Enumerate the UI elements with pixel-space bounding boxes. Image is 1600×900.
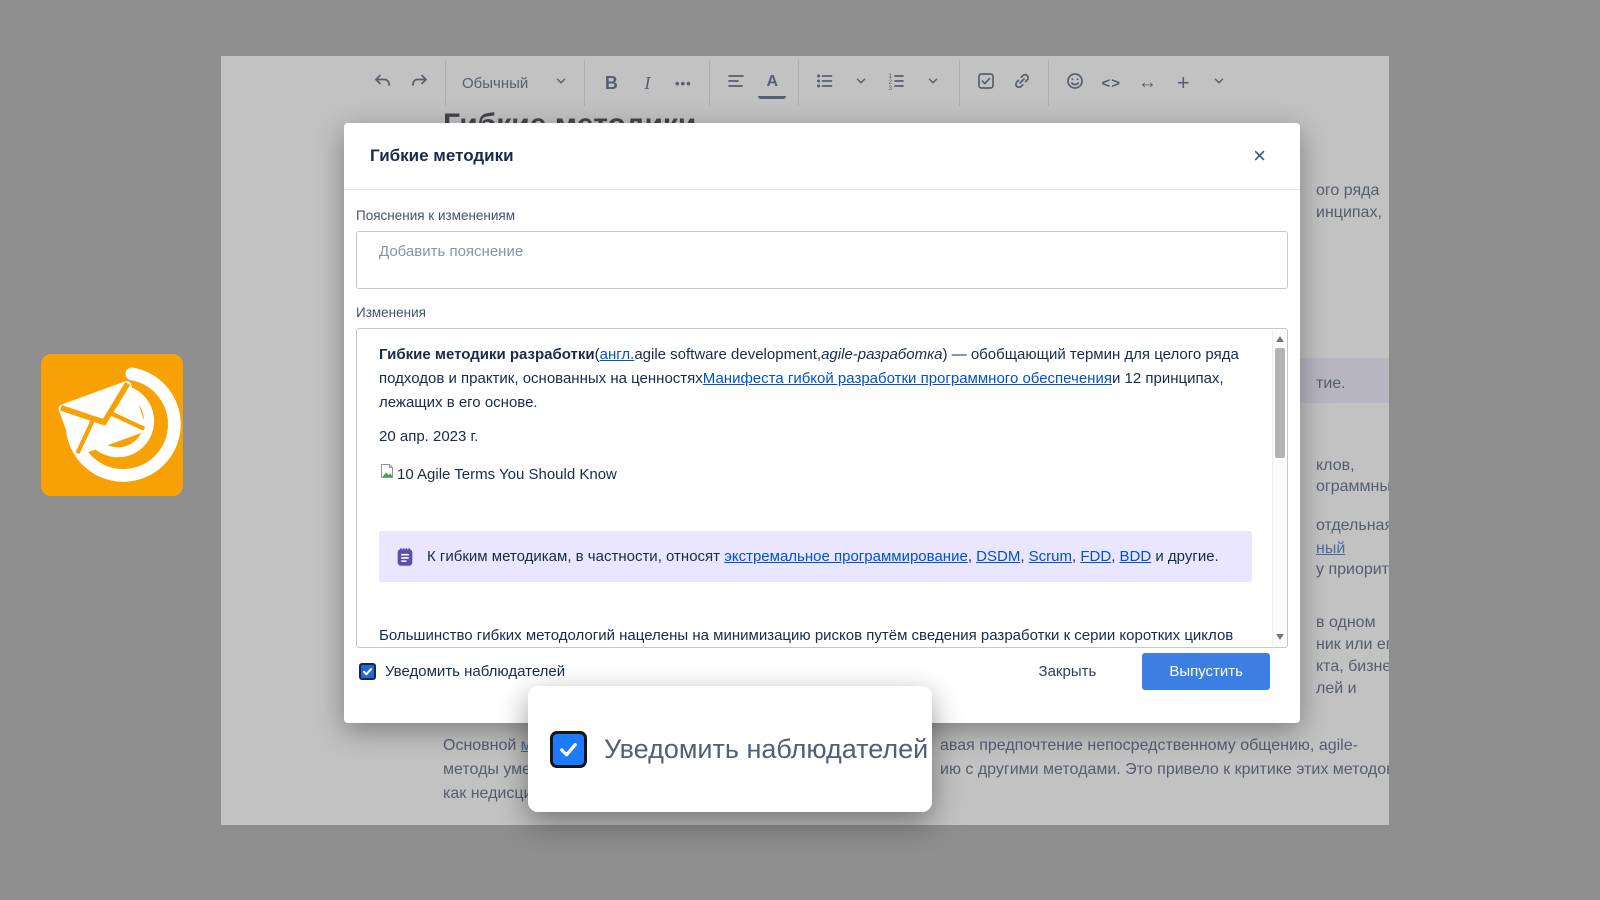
note-icon (394, 546, 416, 568)
bullet-list-button[interactable] (811, 67, 839, 99)
broken-image-alt-text: 10 Agile Terms You Should Know (397, 463, 617, 487)
scrollbar[interactable] (1272, 330, 1286, 646)
emoji-button[interactable] (1061, 67, 1089, 99)
dialog-body: Пояснения к изменениям Изменения Гибкие … (344, 190, 1300, 648)
background-link-fragment[interactable]: ный (1316, 540, 1345, 558)
broken-image-icon (379, 463, 395, 487)
undo-button[interactable] (369, 67, 397, 99)
mail-swirl-icon (41, 483, 183, 500)
publish-button[interactable]: Выпустить (1142, 653, 1270, 690)
chevron-down-icon (554, 74, 568, 92)
background-text-fragment: авая предпочтение непосредственному обще… (940, 737, 1358, 755)
background-text-fragment: Основной м (443, 737, 532, 755)
background-text-fragment: клов, (1316, 457, 1355, 475)
info-panel-text: К гибким методикам, в частности, относят… (427, 548, 1219, 565)
numbered-list-icon: 123 (887, 71, 907, 96)
bold-button[interactable]: B (597, 67, 625, 99)
emoji-icon (1065, 71, 1085, 96)
background-text-fragment: ник или его (1316, 636, 1389, 654)
chevron-down-icon (1212, 73, 1226, 93)
align-icon (726, 71, 746, 96)
notify-label: Уведомить наблюдателей (385, 663, 565, 680)
numbered-list-button[interactable]: 123 (883, 67, 911, 99)
clipped-paragraph: Большинство гибких методологий нацелены … (379, 624, 1252, 646)
insert-chevron[interactable] (1205, 67, 1233, 99)
chevron-down-icon (926, 73, 940, 93)
bullet-list-icon (815, 71, 835, 96)
magnifier-label: Уведомить наблюдателей (604, 734, 928, 765)
background-text-fragment: в одном (1316, 614, 1376, 632)
expand-button[interactable]: ↔ (1133, 67, 1161, 99)
background-text-fragment: лей и (1316, 680, 1357, 698)
scrollbar-thumb[interactable] (1275, 348, 1285, 458)
chevron-down-icon (854, 73, 868, 93)
notify-watchers-option[interactable]: Уведомить наблюдателей (359, 663, 565, 680)
broken-image-placeholder: 10 Agile Terms You Should Know (379, 463, 1252, 487)
background-text-fragment: ого ряда (1316, 182, 1379, 200)
close-button[interactable]: × (1245, 141, 1274, 171)
mail-app-logo[interactable] (41, 354, 183, 496)
background-text-fragment: ию с другими методами. Это привело к кри… (940, 761, 1389, 779)
scroll-up-icon[interactable] (1276, 336, 1284, 342)
notify-checkbox-magnified[interactable] (550, 731, 587, 768)
text-color-button[interactable]: A (758, 67, 786, 99)
diff-paragraph: Гибкие методики разработки(англ.agile so… (379, 343, 1252, 415)
editor-toolbar: Обычный B I ••• A 123 <> (221, 56, 1389, 110)
background-text-fragment: тие. (1316, 375, 1346, 393)
scroll-down-icon[interactable] (1276, 634, 1284, 640)
comment-label: Пояснения к изменениям (356, 208, 1288, 223)
dialog-header: Гибкие методики × (344, 123, 1300, 190)
task-checkbox-icon (976, 71, 996, 96)
background-text-fragment: у приоритетов (1316, 561, 1389, 579)
text-style-label: Обычный (462, 75, 528, 92)
task-list-button[interactable] (972, 67, 1000, 99)
cancel-button[interactable]: Закрыть (1021, 654, 1115, 689)
svg-text:3: 3 (889, 85, 893, 91)
changes-preview-content: Гибкие методики разработки(англ.agile so… (357, 330, 1272, 646)
bullet-list-chevron[interactable] (847, 67, 875, 99)
insert-button[interactable]: + (1169, 67, 1197, 99)
comment-input[interactable] (356, 231, 1288, 289)
background-text-fragment: ограммный (1316, 478, 1389, 496)
link-icon (1012, 71, 1032, 96)
redo-icon (409, 71, 429, 96)
numbered-list-chevron[interactable] (919, 67, 947, 99)
link-button[interactable] (1008, 67, 1036, 99)
italic-button[interactable]: I (633, 67, 661, 99)
undo-icon (373, 71, 393, 96)
dialog-title: Гибкие методики (370, 146, 514, 166)
background-text-fragment: как недисци (443, 785, 532, 803)
more-formatting-button[interactable]: ••• (669, 67, 697, 99)
background-text-fragment: инципах, (1316, 204, 1382, 222)
changes-preview: Гибкие методики разработки(англ.agile so… (356, 328, 1288, 648)
background-text-fragment: отдельная (1316, 517, 1389, 535)
notify-checkbox[interactable] (359, 663, 376, 680)
close-icon: × (1253, 143, 1266, 168)
background-text-fragment: кта, бизнес- (1316, 658, 1389, 676)
background-text-fragment: методы уме (443, 761, 531, 779)
magnifier-popup: Уведомить наблюдателей (528, 686, 932, 812)
code-button[interactable]: <> (1097, 67, 1125, 99)
align-button[interactable] (722, 67, 750, 99)
text-style-select[interactable]: Обычный (458, 67, 572, 99)
info-panel: К гибким методикам, в частности, относят… (379, 531, 1252, 582)
changes-label: Изменения (356, 305, 1288, 320)
diff-date: 20 апр. 2023 г. (379, 425, 1252, 449)
redo-button[interactable] (405, 67, 433, 99)
publish-dialog: Гибкие методики × Пояснения к изменениям… (344, 123, 1300, 723)
